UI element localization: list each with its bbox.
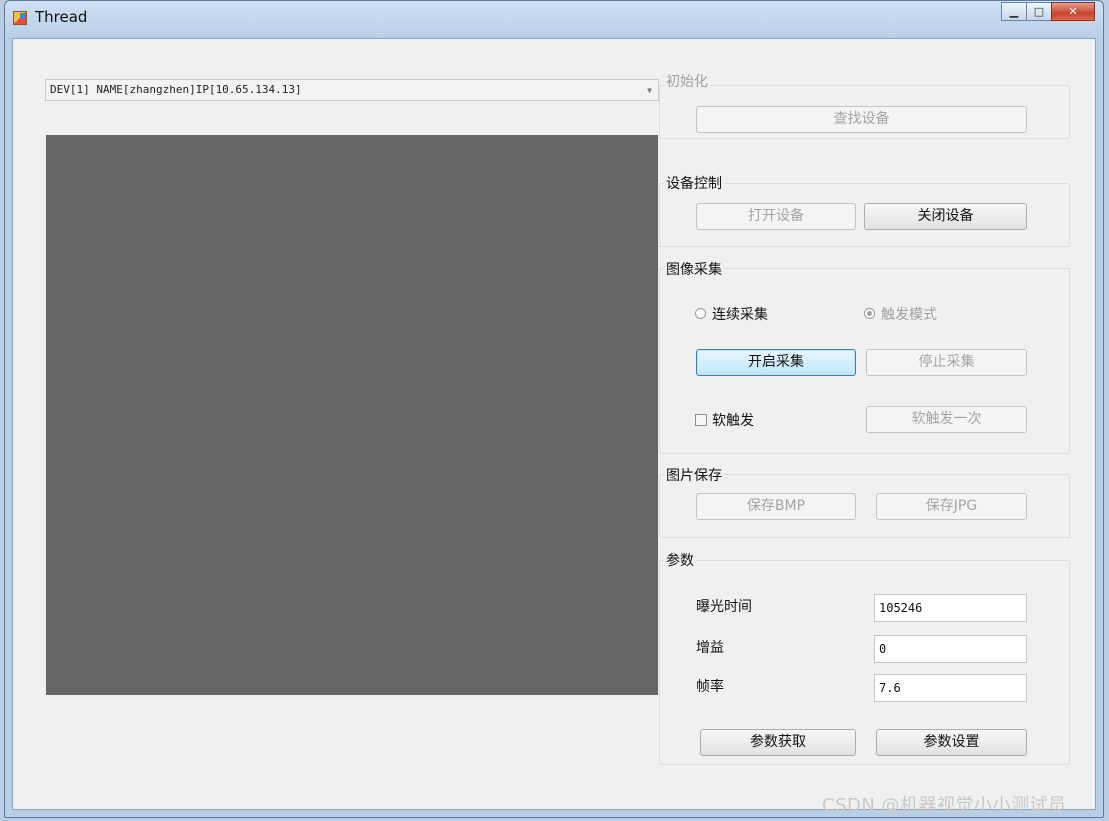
device-select[interactable]: DEV[1] NAME[zhangzhen]IP[10.65.134.13] ▼ [45,79,659,101]
close-device-button[interactable]: 关闭设备 [864,203,1027,230]
exposure-input[interactable]: 105246 [874,594,1027,622]
close-icon: ✕ [1068,5,1078,18]
maximize-button[interactable]: □ [1026,2,1052,21]
soft-trigger-label: 软触发 [712,413,754,429]
exposure-label: 曝光时间 [696,599,752,615]
trigger-radio[interactable] [864,308,875,319]
params-group-title: 参数 [664,550,696,570]
caption-buttons: ▁ □ ✕ [1001,2,1095,21]
minimize-icon: ▁ [1009,5,1019,18]
soft-trigger-once-button[interactable]: 软触发一次 [866,406,1027,433]
save-group-title: 图片保存 [664,465,724,485]
device-control-group-title: 设备控制 [664,173,724,193]
soft-trigger-checkbox[interactable] [695,414,707,426]
close-button[interactable]: ✕ [1051,2,1095,21]
continuous-label: 连续采集 [712,307,768,323]
init-group-title: 初始化 [664,71,710,91]
window-title: Thread [35,8,88,26]
watermark: CSDN @机器视觉小小测试员 [822,795,1067,816]
video-display [46,135,658,695]
stop-capture-button[interactable]: 停止采集 [866,349,1027,376]
app-icon [13,11,27,25]
set-params-button[interactable]: 参数设置 [876,729,1027,756]
continuous-radio[interactable] [695,308,706,319]
title-bar[interactable]: Thread ▁ □ ✕ [5,1,1103,35]
framerate-label: 帧率 [696,679,724,695]
get-params-button[interactable]: 参数获取 [700,729,856,756]
save-jpg-button[interactable]: 保存JPG [876,493,1027,520]
start-capture-button[interactable]: 开启采集 [696,349,856,376]
capture-group-title: 图像采集 [664,259,724,279]
open-device-button[interactable]: 打开设备 [696,203,856,230]
gain-input[interactable]: 0 [874,635,1027,663]
trigger-label: 触发模式 [881,307,937,323]
minimize-button[interactable]: ▁ [1001,2,1027,21]
save-bmp-button[interactable]: 保存BMP [696,493,856,520]
device-select-value: DEV[1] NAME[zhangzhen]IP[10.65.134.13] [50,83,302,96]
chevron-down-icon[interactable]: ▼ [647,81,652,101]
framerate-input[interactable]: 7.6 [874,674,1027,702]
gain-label: 增益 [696,640,724,656]
maximize-icon: □ [1033,5,1045,18]
find-device-button[interactable]: 查找设备 [696,106,1027,133]
